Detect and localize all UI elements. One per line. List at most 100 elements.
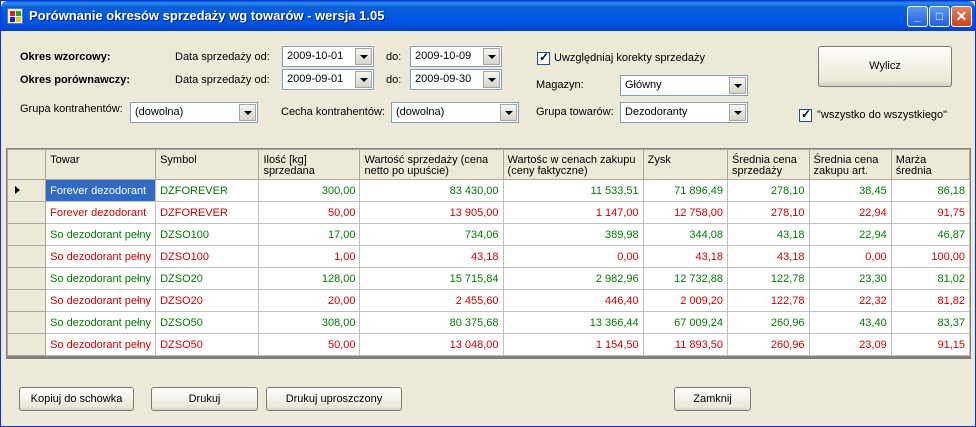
table-cell[interactable]: 43,18: [727, 245, 810, 268]
cecha-kontrahentow-select[interactable]: (dowolna): [391, 102, 519, 123]
table-cell[interactable]: 0,00: [808, 245, 892, 268]
minimize-button[interactable]: _: [907, 6, 928, 27]
table-cell[interactable]: 13 905,00: [359, 201, 504, 224]
table-cell[interactable]: 81,82: [890, 289, 970, 312]
table-cell[interactable]: 122,78: [727, 289, 810, 312]
table-cell[interactable]: So dezodorant pełny: [45, 245, 157, 268]
table-cell[interactable]: 91,15: [890, 333, 970, 356]
row-header[interactable]: [7, 333, 47, 356]
table-cell[interactable]: DZSO50: [155, 333, 260, 356]
table-cell[interactable]: 22,94: [808, 201, 892, 224]
chevron-down-icon[interactable]: [729, 77, 746, 94]
table-cell[interactable]: 278,10: [727, 179, 810, 202]
chevron-down-icon[interactable]: [483, 71, 500, 88]
table-cell[interactable]: 0,00: [502, 245, 644, 268]
table-cell[interactable]: 13 048,00: [359, 333, 504, 356]
magazyn-select[interactable]: Główny: [620, 75, 748, 96]
close-button[interactable]: ✕: [951, 6, 972, 27]
data-grid[interactable]: Towar Symbol Ilość [kg] sprzedana Wartoś…: [6, 148, 971, 359]
table-cell[interactable]: 734,06: [359, 223, 504, 246]
table-cell[interactable]: 1,00: [258, 245, 361, 268]
table-cell[interactable]: DZSO50: [155, 311, 260, 334]
table-cell[interactable]: DZSO100: [155, 223, 260, 246]
column-header[interactable]: Zysk: [642, 149, 729, 180]
table-cell[interactable]: 46,87: [890, 223, 970, 246]
table-row[interactable]: So dezodorant pełny DZSO50 50,00 13 048,00 1…: [7, 333, 970, 356]
row-header[interactable]: [7, 201, 47, 224]
table-cell[interactable]: 2 455,60: [359, 289, 504, 312]
table-cell[interactable]: 67 009,24: [642, 311, 729, 334]
table-cell[interactable]: 43,18: [642, 245, 729, 268]
maximize-button[interactable]: □: [929, 6, 950, 27]
table-cell[interactable]: 22,32: [808, 289, 892, 312]
grupa-kontrahentow-select[interactable]: (dowolna): [130, 102, 258, 123]
table-row[interactable]: Forever dezodorant DZFOREVER 50,00 13 905,0…: [7, 201, 970, 224]
row-header[interactable]: [7, 289, 47, 312]
column-header[interactable]: Średnia cena sprzedaży: [727, 149, 810, 180]
table-cell[interactable]: 71 896,49: [642, 179, 729, 202]
table-cell[interactable]: 20,00: [258, 289, 361, 312]
column-header[interactable]: Średnia cena zakupu art.: [808, 149, 892, 180]
table-cell[interactable]: DZFOREVER: [155, 201, 260, 224]
table-cell[interactable]: 2 009,20: [642, 289, 729, 312]
table-row[interactable]: So dezodorant pełny DZSO20 128,00 15 715,84…: [7, 267, 970, 290]
table-cell[interactable]: DZSO20: [155, 289, 260, 312]
table-row[interactable]: So dezodorant pełny DZSO20 20,00 2 455,60 44…: [7, 289, 970, 312]
table-cell[interactable]: 128,00: [258, 267, 361, 290]
table-cell[interactable]: 122,78: [727, 267, 810, 290]
table-cell[interactable]: 50,00: [258, 201, 361, 224]
table-cell[interactable]: 22,94: [808, 223, 892, 246]
column-header[interactable]: Wartośc w cenach zakupu (ceny faktyczne): [502, 149, 644, 180]
table-cell[interactable]: DZFOREVER: [155, 179, 260, 202]
por-date-to[interactable]: 2009-09-30: [410, 69, 502, 90]
copy-to-clipboard-button[interactable]: Kopiuj do schowka: [19, 387, 134, 411]
table-cell[interactable]: 80 375,68: [359, 311, 504, 334]
chevron-down-icon[interactable]: [483, 48, 500, 65]
table-cell[interactable]: 43,18: [727, 223, 810, 246]
table-row[interactable]: So dezodorant pełny DZSO100 1,00 43,18 0,00 4…: [7, 245, 970, 268]
column-header[interactable]: Towar: [45, 149, 157, 180]
wylicz-button[interactable]: Wylicz: [818, 46, 952, 87]
table-cell[interactable]: Forever dezodorant: [45, 201, 157, 224]
table-cell[interactable]: So dezodorant pełny: [45, 311, 157, 334]
table-cell[interactable]: So dezodorant pełny: [45, 333, 157, 356]
row-header[interactable]: [7, 245, 47, 268]
title-bar[interactable]: Porównanie okresów sprzedaży wg towarów …: [1, 1, 975, 31]
column-header[interactable]: Wartość sprzedaży (cena netto po upuście…: [359, 149, 504, 180]
column-header[interactable]: Symbol: [155, 149, 260, 180]
table-row[interactable]: Forever dezodorant DZFOREVER 300,00 83 430,…: [7, 179, 970, 202]
chevron-down-icon[interactable]: [729, 104, 746, 121]
table-cell[interactable]: 1 154,50: [502, 333, 644, 356]
table-cell[interactable]: 23,30: [808, 267, 892, 290]
wz-date-from[interactable]: 2009-10-01: [282, 46, 374, 67]
row-header[interactable]: [7, 311, 47, 334]
table-cell[interactable]: 50,00: [258, 333, 361, 356]
chevron-down-icon[interactable]: [239, 104, 256, 121]
print-button[interactable]: Drukuj: [151, 387, 258, 411]
por-date-from[interactable]: 2009-09-01: [282, 69, 374, 90]
table-cell[interactable]: 17,00: [258, 223, 361, 246]
table-cell[interactable]: 100,00: [890, 245, 970, 268]
table-cell[interactable]: 1 147,00: [502, 201, 644, 224]
table-cell[interactable]: 38,45: [808, 179, 892, 202]
row-header[interactable]: [7, 267, 47, 290]
table-cell[interactable]: 278,10: [727, 201, 810, 224]
table-cell[interactable]: So dezodorant pełny: [45, 223, 157, 246]
chevron-down-icon[interactable]: [355, 71, 372, 88]
table-cell[interactable]: 83,37: [890, 311, 970, 334]
table-row[interactable]: So dezodorant pełny DZSO50 308,00 80 375,68…: [7, 311, 970, 334]
table-cell[interactable]: 344,08: [642, 223, 729, 246]
table-cell[interactable]: 23,09: [808, 333, 892, 356]
table-cell[interactable]: DZSO20: [155, 267, 260, 290]
table-cell[interactable]: 2 982,96: [502, 267, 644, 290]
wz-date-to[interactable]: 2009-10-09: [410, 46, 502, 67]
table-cell[interactable]: 12 732,88: [642, 267, 729, 290]
table-cell[interactable]: 308,00: [258, 311, 361, 334]
table-cell[interactable]: 11 533,51: [502, 179, 644, 202]
close-form-button[interactable]: Zamknij: [674, 387, 751, 411]
table-cell[interactable]: DZSO100: [155, 245, 260, 268]
column-header[interactable]: Ilość [kg] sprzedana: [258, 149, 361, 180]
table-cell[interactable]: 43,18: [359, 245, 504, 268]
table-cell[interactable]: 86,18: [890, 179, 970, 202]
table-cell[interactable]: 43,40: [808, 311, 892, 334]
